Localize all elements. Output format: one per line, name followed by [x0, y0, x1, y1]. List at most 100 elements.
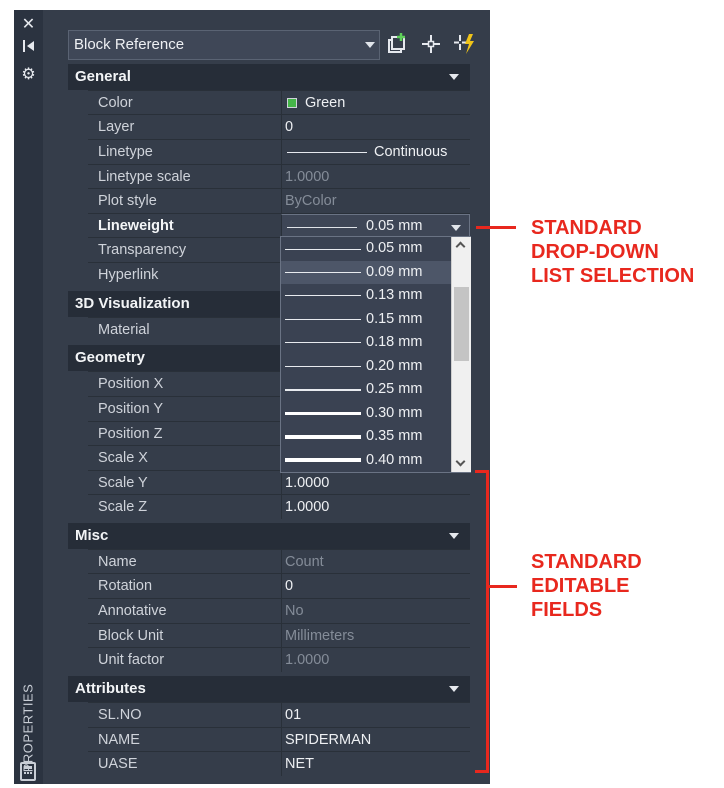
prop-linetype-scale[interactable]: Linetype scale 1.0000	[88, 164, 470, 189]
palette-title: PROPERTIES	[20, 683, 36, 773]
list-item[interactable]: 0.25 mm	[281, 378, 451, 402]
prop-label: Scale X	[98, 450, 148, 466]
prop-unit-factor[interactable]: Unit factor 1.0000	[88, 647, 470, 672]
block-unit-value: Millimeters	[285, 628, 355, 644]
prop-label: Rotation	[98, 578, 153, 594]
prop-rotation[interactable]: Rotation 0	[88, 573, 470, 598]
calculator-icon[interactable]	[20, 762, 36, 781]
category-title: Attributes	[75, 680, 146, 697]
prop-label: Position Y	[98, 401, 164, 417]
prop-annotative[interactable]: Annotative No	[88, 598, 470, 623]
list-item[interactable]: 0.15 mm	[281, 308, 451, 332]
prop-plot-style[interactable]: Plot style ByColor	[88, 188, 470, 213]
prop-block-unit[interactable]: Block Unit Millimeters	[88, 623, 470, 648]
prop-value[interactable]: NET	[281, 752, 470, 776]
select-objects-icon[interactable]	[419, 32, 443, 56]
scroll-down-icon[interactable]	[455, 456, 466, 467]
prop-value[interactable]: 1.0000	[281, 495, 470, 519]
auto-hide-icon[interactable]	[14, 38, 43, 58]
prop-label: Hyperlink	[98, 267, 159, 283]
prop-label: Scale Z	[98, 499, 148, 515]
annotation-bracket	[486, 470, 489, 773]
list-item[interactable]: 0.30 mm	[281, 402, 451, 426]
annotation-arrow-line	[476, 226, 516, 229]
prop-label: Unit factor	[98, 652, 165, 668]
list-item[interactable]: 0.20 mm	[281, 355, 451, 379]
scroll-up-icon[interactable]	[455, 241, 466, 252]
prop-value[interactable]: Green	[281, 91, 470, 115]
prop-label: NAME	[98, 732, 140, 748]
category-misc[interactable]: Misc	[68, 523, 470, 549]
prop-value: 1.0000	[281, 648, 470, 672]
prop-slno[interactable]: SL.NO 01	[88, 702, 470, 727]
prop-scale-z[interactable]: Scale Z 1.0000	[88, 494, 470, 519]
prop-label: Scale Y	[98, 475, 148, 491]
prop-attr-name[interactable]: NAME SPIDERMAN	[88, 727, 470, 752]
quick-select-icon[interactable]	[452, 32, 476, 56]
list-item[interactable]: 0.18 mm	[281, 331, 451, 355]
prop-label: UASE	[98, 756, 138, 772]
lineweight-value: 0.05 mm	[366, 218, 423, 234]
chevron-down-icon	[365, 42, 375, 48]
slno-value: 01	[285, 707, 302, 723]
prop-color[interactable]: Color Green	[88, 90, 470, 115]
list-item[interactable]: 0.40 mm	[281, 449, 451, 473]
list-item[interactable]: 0.35 mm	[281, 425, 451, 449]
list-item[interactable]: 0.09 mm	[281, 260, 451, 284]
chevron-down-icon[interactable]	[451, 225, 461, 231]
category-title: Misc	[75, 527, 109, 544]
scrollbar-thumb[interactable]	[454, 287, 469, 361]
prop-name[interactable]: Name Count	[88, 549, 470, 574]
prop-uase[interactable]: UASE NET	[88, 751, 470, 776]
category-general[interactable]: General	[68, 64, 470, 90]
lineweight-select[interactable]: 0.05 mm	[281, 214, 470, 238]
prop-value[interactable]: 01	[281, 703, 470, 727]
dropdown-scrollbar[interactable]	[451, 237, 471, 472]
color-swatch	[287, 98, 297, 108]
name-value: Count	[285, 554, 324, 570]
linetype-value: Continuous	[374, 144, 448, 160]
annotation-bracket-bottom	[475, 770, 489, 773]
prop-label: Layer	[98, 119, 135, 135]
color-value: Green	[305, 95, 346, 111]
list-item[interactable]: 0.05 mm	[281, 237, 451, 261]
collapse-icon[interactable]	[449, 686, 459, 692]
prop-label: Material	[98, 322, 150, 338]
prop-label: Name	[98, 554, 137, 570]
prop-lineweight[interactable]: Lineweight 0.05 mm	[88, 213, 470, 238]
rotation-value: 0	[285, 578, 294, 594]
scale-z-value: 1.0000	[285, 499, 330, 515]
prop-label: SL.NO	[98, 707, 142, 723]
prop-value[interactable]: SPIDERMAN	[281, 728, 470, 752]
close-icon[interactable]: ✕	[14, 14, 43, 34]
prop-value[interactable]: 0	[281, 115, 470, 139]
linetype-preview	[287, 152, 367, 153]
attr-name-value: SPIDERMAN	[285, 732, 372, 748]
prop-layer[interactable]: Layer 0	[88, 114, 470, 139]
collapse-icon[interactable]	[449, 74, 459, 80]
prop-linetype[interactable]: Linetype Continuous	[88, 139, 470, 164]
list-item[interactable]: 0.13 mm	[281, 284, 451, 308]
settings-icon[interactable]: ⚙	[14, 64, 43, 84]
object-type-select[interactable]: Block Reference	[68, 30, 380, 60]
prop-value[interactable]: 0	[281, 574, 470, 598]
category-title: General	[75, 68, 131, 85]
prop-label: Block Unit	[98, 628, 164, 644]
toggle-pickadd-icon[interactable]	[386, 32, 410, 56]
lineweight-preview	[287, 227, 357, 228]
prop-scale-y[interactable]: Scale Y 1.0000	[88, 470, 470, 495]
prop-value[interactable]: 1.0000	[281, 471, 470, 495]
lineweight-dropdown-list[interactable]: 0.05 mm 0.09 mm 0.13 mm 0.15 mm 0.18 mm …	[280, 236, 471, 473]
prop-label: Color	[98, 95, 133, 111]
prop-value: ByColor	[281, 189, 470, 213]
prop-label: Lineweight	[98, 218, 174, 234]
prop-label: Position X	[98, 376, 164, 392]
prop-label: Linetype scale	[98, 169, 191, 185]
prop-label: Linetype	[98, 144, 153, 160]
category-attributes[interactable]: Attributes	[68, 676, 470, 702]
prop-value[interactable]: 1.0000	[281, 165, 470, 189]
prop-value[interactable]: Continuous	[281, 140, 470, 164]
layer-value: 0	[285, 119, 294, 135]
collapse-icon[interactable]	[449, 533, 459, 539]
prop-value: Millimeters	[281, 624, 470, 648]
